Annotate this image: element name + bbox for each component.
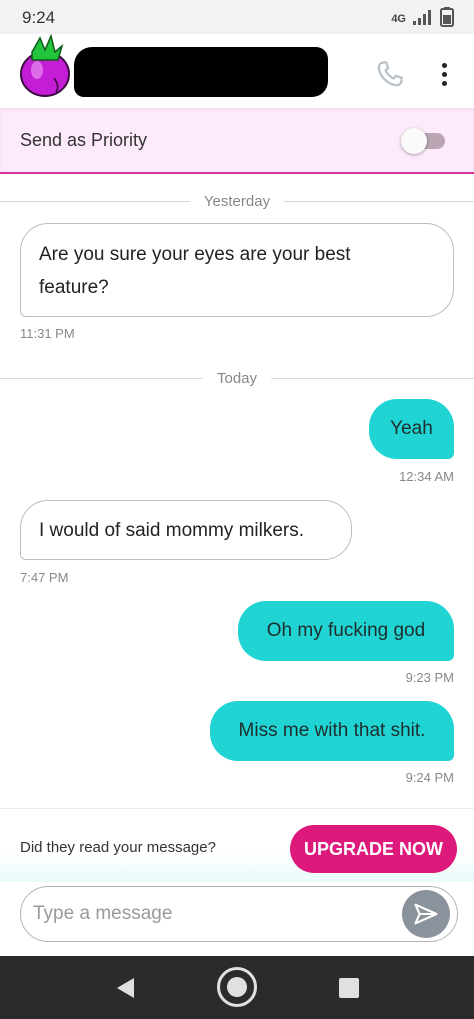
message-timestamp: 11:31 PM [20, 326, 75, 341]
avatar[interactable] [18, 33, 72, 100]
eggplant-icon [20, 33, 70, 97]
outgoing-message[interactable]: Yeah [369, 399, 454, 459]
read-receipt-question: Did they read your message? [20, 839, 216, 856]
message-text-line: feature? [39, 277, 109, 298]
recents-icon[interactable] [339, 978, 359, 998]
battery-icon [440, 7, 454, 32]
more-vert-icon[interactable] [432, 54, 456, 94]
phone-icon [377, 61, 403, 87]
message-text: Yeah [390, 418, 433, 439]
contact-name-redacted [74, 47, 328, 97]
message-text: I would of said mommy milkers. [39, 520, 305, 541]
message-input[interactable] [20, 886, 458, 942]
send-button[interactable] [402, 890, 450, 938]
network-type-icon: 4G [391, 13, 406, 25]
priority-label: Send as Priority [20, 130, 148, 150]
date-divider: Today [0, 368, 474, 388]
signal-icon [412, 8, 434, 31]
home-icon[interactable] [217, 967, 257, 1007]
status-time: 9:24 [22, 8, 56, 27]
upgrade-row: Did they read your message? UPGRADE NOW [0, 808, 474, 882]
status-bar: 9:24 4G [0, 0, 474, 34]
call-button[interactable] [370, 54, 410, 94]
message-timestamp: 9:23 PM [405, 670, 454, 685]
date-divider-label: Yesterday [203, 192, 271, 210]
date-divider: Yesterday [0, 191, 474, 211]
message-text: Oh my fucking god [266, 620, 426, 641]
upgrade-now-button[interactable]: UPGRADE NOW [290, 825, 457, 873]
message-timestamp: 9:24 PM [405, 770, 454, 785]
message-text: Miss me with that shit. [238, 720, 426, 741]
message-timestamp: 7:47 PM [20, 570, 69, 585]
outgoing-message[interactable]: Oh my fucking god [238, 601, 454, 661]
send-icon [414, 903, 438, 925]
priority-bar: Send as Priority [0, 108, 474, 174]
date-divider-label: Today [216, 369, 258, 387]
outgoing-message[interactable]: Miss me with that shit. [210, 701, 454, 761]
composer [0, 882, 474, 956]
status-icons: 4G [391, 7, 454, 32]
incoming-message[interactable]: I would of said mommy milkers. [20, 500, 352, 560]
incoming-message[interactable]: Are you sure your eyes are your best fea… [20, 223, 454, 317]
back-icon[interactable] [110, 974, 140, 1002]
system-nav-bar [0, 956, 474, 1019]
message-timestamp: 12:34 AM [399, 469, 454, 484]
chat-header [0, 33, 474, 108]
message-text-line: Are you sure your eyes are your best [39, 244, 351, 265]
priority-toggle[interactable] [401, 128, 447, 154]
toggle-knob [401, 128, 427, 154]
